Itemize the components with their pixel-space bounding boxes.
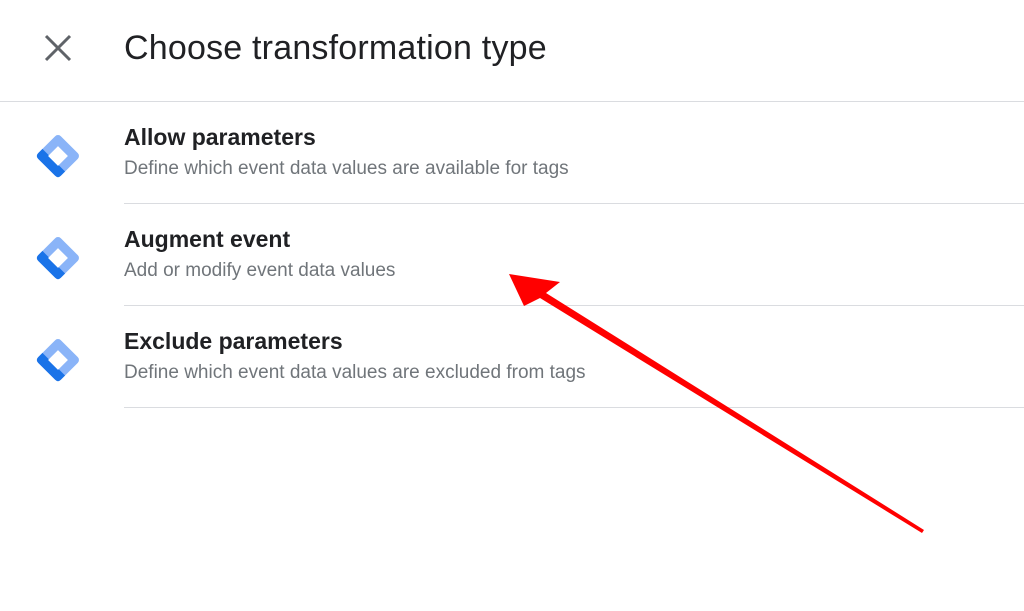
option-description: Define which event data values are exclu… bbox=[124, 362, 586, 383]
option-title: Exclude parameters bbox=[124, 328, 343, 354]
divider bbox=[124, 407, 1024, 408]
option-exclude-parameters[interactable]: Exclude parameters Define which event da… bbox=[0, 306, 1024, 408]
close-button[interactable] bbox=[38, 28, 78, 68]
option-allow-parameters[interactable]: Allow parameters Define which event data… bbox=[0, 102, 1024, 204]
dialog-header: Choose transformation type bbox=[0, 0, 1024, 102]
gtm-diamond-icon bbox=[36, 237, 79, 280]
option-title: Allow parameters bbox=[124, 124, 316, 150]
option-description: Define which event data values are avail… bbox=[124, 158, 569, 179]
transformation-type-list: Allow parameters Define which event data… bbox=[0, 102, 1024, 408]
option-title: Augment event bbox=[124, 226, 291, 252]
dialog-title: Choose transformation type bbox=[124, 29, 547, 67]
option-augment-event[interactable]: Augment event Add or modify event data v… bbox=[0, 204, 1024, 306]
option-description: Add or modify event data values bbox=[124, 260, 396, 281]
gtm-diamond-icon bbox=[36, 339, 79, 382]
gtm-diamond-icon bbox=[36, 135, 79, 178]
close-icon bbox=[44, 34, 72, 62]
